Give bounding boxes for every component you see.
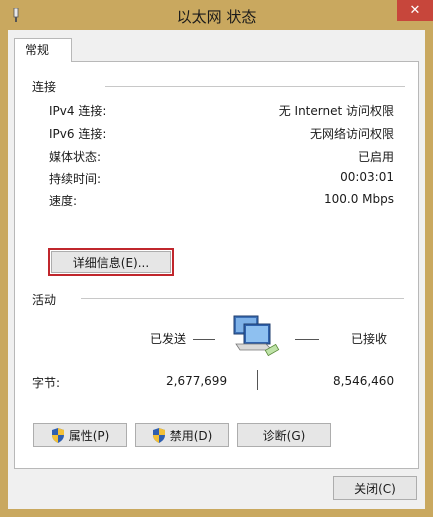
ipv6-label: IPv6 连接: (49, 127, 107, 141)
bytes-label: 字节: (32, 376, 61, 390)
status-window: 以太网 状态 ✕ 常规 连接 IPv4 连接: 无 Internet 访问权限 … (0, 0, 433, 517)
activity-divider (81, 298, 404, 299)
speed-label: 速度: (49, 194, 78, 208)
received-connector (295, 339, 319, 340)
window-close-button[interactable]: ✕ (397, 0, 433, 21)
uac-shield-icon (51, 427, 64, 443)
sent-connector (193, 339, 215, 340)
window-title: 以太网 状态 (176, 8, 257, 26)
client-area: 常规 连接 IPv4 连接: 无 Internet 访问权限 IPv6 连接: … (8, 30, 425, 509)
speed-value: 100.0 Mbps (323, 192, 394, 206)
network-computers-icon (233, 315, 280, 357)
media-state-label: 媒体状态: (49, 150, 102, 164)
title-bar[interactable]: 以太网 状态 ✕ (0, 0, 433, 30)
tab-general[interactable]: 常规 (14, 38, 72, 62)
ipv6-value: 无网络访问权限 (309, 127, 394, 141)
duration-value: 00:03:01 (340, 170, 394, 184)
connection-divider (105, 86, 405, 87)
bytes-sent-value: 2,677,699 (166, 374, 228, 388)
general-panel: 连接 IPv4 连接: 无 Internet 访问权限 IPv6 连接: 无网络… (14, 61, 419, 469)
ipv4-label: IPv4 连接: (49, 104, 107, 118)
connection-group-title: 连接 (32, 78, 63, 95)
duration-label: 持续时间: (49, 172, 102, 186)
sent-label: 已发送 (150, 332, 187, 346)
disable-label: 禁用(D) (169, 428, 213, 443)
media-state-value: 已启用 (357, 150, 394, 164)
properties-label: 属性(P) (68, 428, 110, 443)
bytes-received-value: 8,546,460 (333, 374, 395, 388)
uac-shield-icon (152, 427, 165, 443)
close-button[interactable]: 关闭(C) (333, 476, 417, 500)
diagnose-button[interactable]: 诊断(G) (237, 423, 331, 447)
properties-button[interactable]: 属性(P) (33, 423, 127, 447)
bytes-separator (257, 370, 258, 390)
ipv4-value: 无 Internet 访问权限 (278, 104, 394, 118)
disable-button[interactable]: 禁用(D) (135, 423, 229, 447)
activity-group-title: 活动 (32, 291, 63, 308)
details-button[interactable]: 详细信息(E)... (48, 248, 174, 276)
received-label: 已接收 (351, 332, 388, 346)
